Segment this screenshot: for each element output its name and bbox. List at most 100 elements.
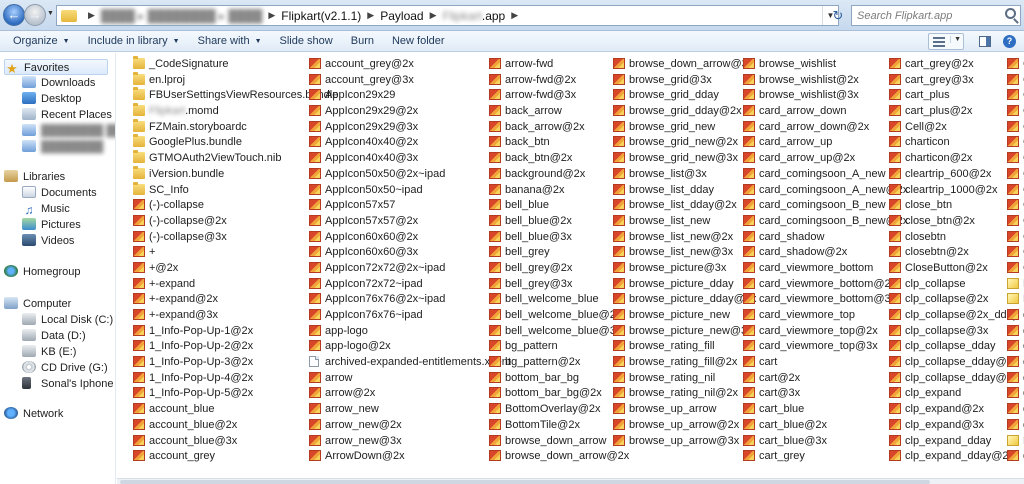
file-item[interactable]: browse_grid_new@3x xyxy=(613,151,756,167)
file-item[interactable]: browse_list@3x xyxy=(613,167,756,183)
file-item[interactable]: (-)-collapse@3x xyxy=(133,230,338,246)
file-item[interactable]: SC_Info xyxy=(133,181,338,199)
file-item[interactable]: clp_expand_dday@2x xyxy=(889,449,1018,465)
file-item[interactable]: cart xyxy=(743,355,908,371)
nav-videos[interactable]: Videos xyxy=(22,233,74,249)
file-item[interactable]: browse_grid@3x xyxy=(613,73,756,89)
file-item[interactable]: account_grey xyxy=(133,449,338,465)
file-item[interactable]: back_arrow xyxy=(489,104,629,120)
file-item[interactable]: card_viewmore_top xyxy=(743,308,908,324)
nav-redacted-2[interactable]: ████████ xyxy=(22,139,103,155)
file-item[interactable]: arrow@2x xyxy=(309,386,511,402)
file-item[interactable]: clp_collapse xyxy=(889,277,1018,293)
file-item[interactable]: card_arrow_down@2x xyxy=(743,120,908,136)
file-item[interactable]: clp_expand xyxy=(889,386,1018,402)
file-item[interactable]: browse_grid_dday xyxy=(613,88,756,104)
file-item[interactable]: clp_collapse@2x_dday xyxy=(889,308,1018,324)
nav-music[interactable]: ♫ Music xyxy=(22,201,70,217)
file-item[interactable]: bell_blue@3x xyxy=(489,230,629,246)
file-item[interactable]: (-)-collapse@2x xyxy=(133,214,338,230)
nav-favorites[interactable]: ★ Favorites xyxy=(4,59,108,75)
file-item[interactable]: card_viewmore_bottom@3x xyxy=(743,292,908,308)
file-item[interactable]: closebtn@2x xyxy=(889,245,1018,261)
file-item[interactable]: card_shadow xyxy=(743,230,908,246)
file-item[interactable]: 1_Info-Pop-Up-5@2x xyxy=(133,386,338,402)
file-item[interactable]: C xyxy=(1007,73,1024,89)
file-item[interactable]: d xyxy=(1007,371,1024,387)
file-item[interactable]: browse_down_arrow@2x xyxy=(489,449,629,465)
file-item[interactable]: cleartrip_1000@2x xyxy=(889,183,1018,199)
file-item[interactable]: account_blue@3x xyxy=(133,434,338,450)
file-item[interactable]: D xyxy=(1007,292,1024,308)
file-item[interactable]: bottom_bar_bg xyxy=(489,371,629,387)
file-item[interactable]: card_shadow@2x xyxy=(743,245,908,261)
file-item[interactable]: close_btn@2x xyxy=(889,214,1018,230)
file-item[interactable]: d xyxy=(1007,449,1024,465)
file-item[interactable]: bell_grey@3x xyxy=(489,277,629,293)
file-item[interactable]: 1_Info-Pop-Up-4@2x xyxy=(133,371,338,387)
file-item[interactable]: browse_rating_fill@2x xyxy=(613,355,756,371)
search-icon[interactable] xyxy=(1005,8,1016,19)
file-item[interactable]: browse_rating_nil xyxy=(613,371,756,387)
file-item[interactable]: bg_pattern xyxy=(489,339,629,355)
file-item[interactable]: bell_blue@2x xyxy=(489,214,629,230)
file-item[interactable]: account_grey@3x xyxy=(309,73,511,89)
preview-pane-button[interactable] xyxy=(976,33,994,50)
nav-cd-drive-g[interactable]: CD Drive (G:) xyxy=(22,360,108,376)
share-with-button[interactable]: Share with ▼ xyxy=(189,31,271,52)
file-item[interactable]: browse_list_dday xyxy=(613,183,756,199)
file-item[interactable]: bell_grey xyxy=(489,245,629,261)
file-item[interactable]: app-logo xyxy=(309,324,511,340)
breadcrumb-item-payload[interactable]: Payload xyxy=(379,9,424,23)
nav-homegroup[interactable]: Homegroup xyxy=(4,264,80,280)
file-item[interactable]: browse_grid_dday@2x xyxy=(613,104,756,120)
chevron-down-icon[interactable]: ▼ xyxy=(950,36,961,43)
file-item[interactable]: C xyxy=(1007,151,1024,167)
file-item[interactable]: card_comingsoon_A_new xyxy=(743,167,908,183)
file-item[interactable]: AppIcon50x50@2x~ipad xyxy=(309,167,511,183)
file-item[interactable]: account_blue@2x xyxy=(133,418,338,434)
file-item[interactable]: account_grey@2x xyxy=(309,57,511,73)
file-item[interactable]: AppIcon72x72@2x~ipad xyxy=(309,261,511,277)
file-item[interactable]: arrow_new@3x xyxy=(309,434,511,450)
file-item[interactable]: browse_grid_new xyxy=(613,120,756,136)
nav-iphone[interactable]: Sonal's Iphone xyxy=(22,376,113,392)
nav-data-d[interactable]: Data (D:) xyxy=(22,328,86,344)
file-item[interactable]: card_viewmore_top@3x xyxy=(743,339,908,355)
file-item[interactable]: card_comingsoon_B_new@2x xyxy=(743,214,908,230)
file-item[interactable]: +@2x xyxy=(133,261,338,277)
file-item[interactable]: d xyxy=(1007,402,1024,418)
file-item[interactable]: browse_down_arrow xyxy=(489,434,629,450)
nav-downloads[interactable]: Downloads xyxy=(22,75,95,91)
file-item[interactable]: ArrowDown@2x xyxy=(309,449,511,465)
file-item[interactable]: AppIcon60x60@3x xyxy=(309,245,511,261)
file-item[interactable]: D xyxy=(1007,434,1024,450)
organize-button[interactable]: Organize ▼ xyxy=(4,31,79,52)
file-item[interactable]: BottomTile@2x xyxy=(489,418,629,434)
file-item[interactable]: card_arrow_up xyxy=(743,135,908,151)
file-item[interactable]: charticon xyxy=(889,135,1018,151)
file-item[interactable]: C xyxy=(1007,183,1024,199)
file-item[interactable]: browse_picture_new xyxy=(613,308,756,324)
file-item[interactable]: +-expand@2x xyxy=(133,292,338,308)
file-item[interactable]: browse_list_new@2x xyxy=(613,230,756,246)
file-item[interactable]: app-logo@2x xyxy=(309,339,511,355)
slide-show-button[interactable]: Slide show xyxy=(271,31,342,52)
file-item[interactable]: D xyxy=(1007,277,1024,293)
file-item[interactable]: cart_grey@3x xyxy=(889,73,1018,89)
refresh-icon[interactable]: ↻ xyxy=(829,6,847,25)
file-item[interactable]: Flipkart.momd xyxy=(133,103,338,120)
file-item[interactable]: BottomOverlay@2x xyxy=(489,402,629,418)
file-item[interactable]: (-)-collapse xyxy=(133,198,338,214)
breadcrumb-separator-icon[interactable]: ▶ xyxy=(83,10,100,21)
file-item[interactable]: +-expand@3x xyxy=(133,308,338,324)
file-item[interactable]: back_btn@2x xyxy=(489,151,629,167)
file-item[interactable]: browse_rating_nil@2x xyxy=(613,386,756,402)
file-item[interactable]: + xyxy=(133,245,338,261)
file-item[interactable]: browse_grid_new@2x xyxy=(613,135,756,151)
nav-network[interactable]: Network xyxy=(4,406,63,422)
file-item[interactable]: browse_wishlist@2x xyxy=(743,73,908,89)
file-item[interactable]: bell_blue xyxy=(489,198,629,214)
file-item[interactable]: cart_plus xyxy=(889,88,1018,104)
nav-recent-places[interactable]: Recent Places xyxy=(22,107,112,123)
